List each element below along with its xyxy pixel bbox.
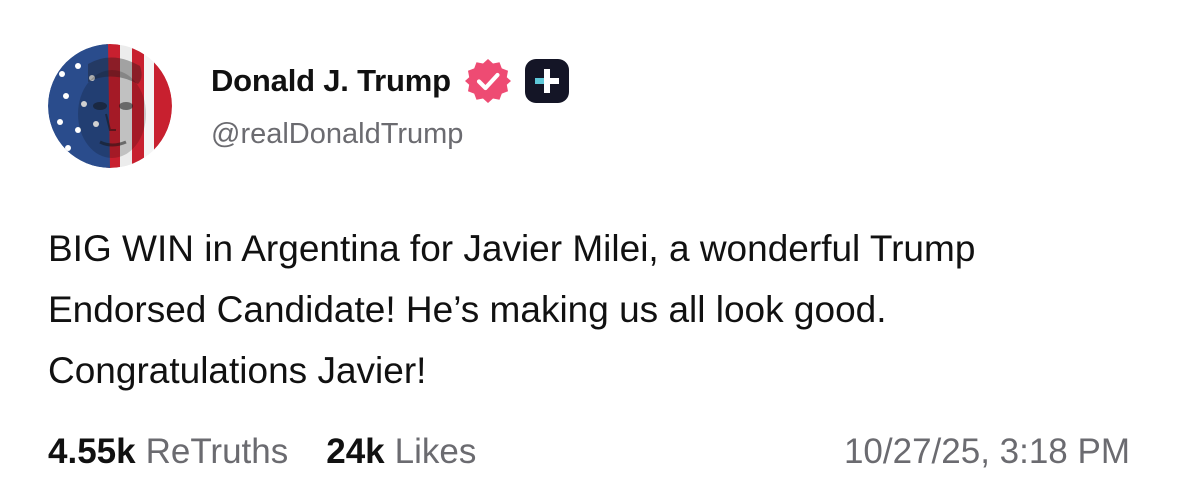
- likes-stat[interactable]: 24k Likes: [326, 432, 476, 472]
- post-text-line: BIG WIN in Argentina for Javier Milei, a…: [48, 228, 976, 269]
- author-name-row: Donald J. Trump: [211, 58, 569, 104]
- author-display-name[interactable]: Donald J. Trump: [211, 63, 451, 99]
- post-stats: 4.55k ReTruths 24k Likes: [48, 432, 476, 472]
- post-timestamp[interactable]: 10/27/25, 3:18 PM: [844, 432, 1130, 472]
- post-text-line: Endorsed Candidate! He’s making us all l…: [48, 289, 887, 330]
- flag-portrait-avatar-icon: [48, 44, 172, 168]
- truth-post: Donald J. Trump @realDonaldTrump BIG WIN…: [0, 0, 1179, 502]
- retruths-stat[interactable]: 4.55k ReTruths: [48, 432, 288, 472]
- retruths-label: ReTruths: [145, 432, 289, 471]
- likes-label: Likes: [394, 432, 477, 471]
- author-avatar[interactable]: [48, 44, 172, 168]
- verified-check-icon: [464, 59, 511, 103]
- likes-count: 24k: [326, 432, 385, 471]
- plus-badge-icon: [524, 59, 569, 103]
- post-text-line: Congratulations Javier!: [48, 350, 427, 391]
- retruths-count: 4.55k: [48, 432, 136, 471]
- author-handle[interactable]: @realDonaldTrump: [211, 118, 463, 151]
- post-body: BIG WIN in Argentina for Javier Milei, a…: [48, 218, 1138, 401]
